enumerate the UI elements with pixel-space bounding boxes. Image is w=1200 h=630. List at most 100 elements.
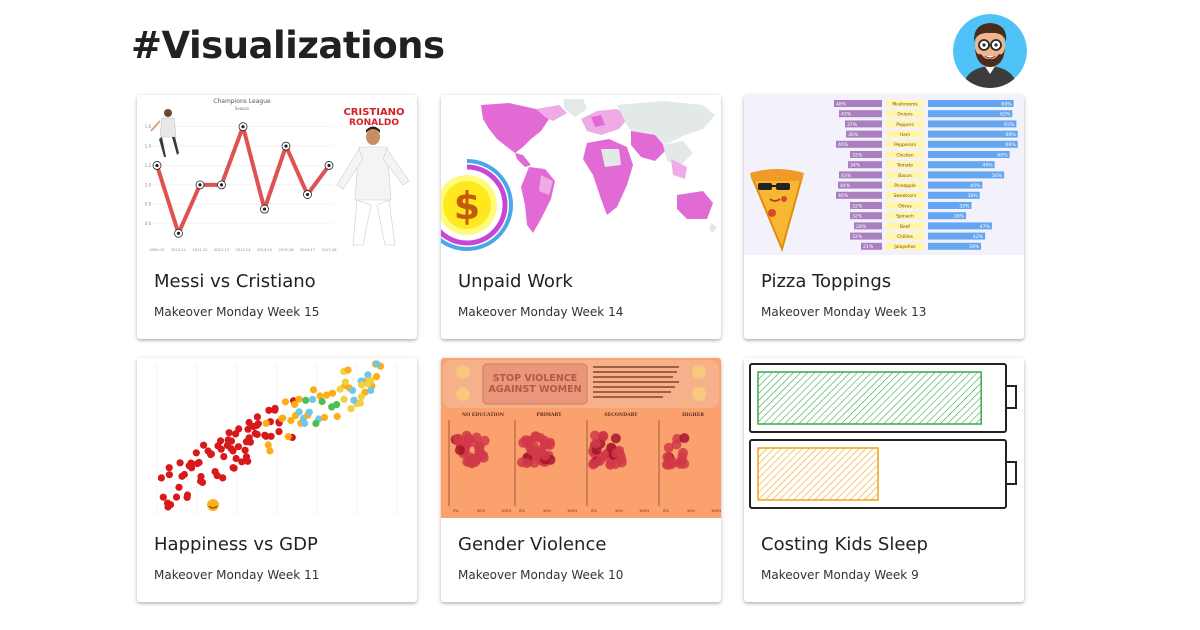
topping-label: Beef — [900, 224, 910, 230]
scatter-point — [262, 419, 270, 427]
card-subtitle: Makeover Monday Week 9 — [761, 568, 919, 582]
card-messi-vs-cristiano[interactable]: Champions League Season 1.6 1.4 1.2 1.0 0.8 0… — [137, 95, 417, 339]
scatter-point — [357, 393, 365, 401]
scatter-point — [254, 420, 262, 428]
right-bar-label: 47% — [980, 224, 991, 230]
topping-label: Jalapeños — [893, 244, 916, 250]
card-title: Happiness vs GDP — [154, 534, 318, 555]
scatter-plot-thumbnail — [137, 358, 417, 518]
scatter-point — [347, 405, 355, 413]
right-bar-label: 66% — [1006, 142, 1017, 148]
beeswarm-thumbnail: STOP VIOLENCE AGAINST WOMEN NO EDUCATION… — [441, 358, 721, 518]
scatter-point — [291, 400, 299, 408]
left-bar-label: 32% — [852, 234, 863, 240]
card-title: Messi vs Cristiano — [154, 271, 316, 292]
axis-tick-label: 0% — [591, 509, 597, 513]
axis-tick-label: 0% — [453, 509, 459, 513]
scatter-point — [253, 413, 261, 421]
y-tick-label: 0.6 — [145, 221, 152, 226]
x-tick-label: 2012-13 — [214, 248, 229, 252]
right-bar — [928, 120, 1017, 128]
thumb-chart-title: Champions League — [213, 98, 271, 105]
scatter-point — [165, 471, 173, 479]
card-subtitle: Makeover Monday Week 13 — [761, 305, 927, 319]
smiley-icon — [207, 499, 219, 511]
scatter-point — [309, 386, 318, 394]
left-bar-label: 43% — [841, 173, 852, 179]
scatter-point — [220, 453, 228, 461]
right-bar-label: 56% — [992, 173, 1003, 179]
axis-tick-label: 100% — [501, 509, 512, 513]
y-tick-label: 1.6 — [145, 124, 152, 129]
scatter-point — [159, 493, 167, 501]
card-unpaid-work[interactable]: $ Unpaid Work Makeover Monday Week 14 — [441, 95, 721, 339]
scatter-point — [229, 464, 237, 472]
scatter-point — [175, 483, 183, 491]
beeswarm-dot — [461, 430, 472, 441]
topping-label: Pineapple — [894, 183, 916, 189]
thumb-x-ticks: 2009-10 2010-11 2011-12 2012-13 2013-14 2014-… — [149, 248, 337, 252]
x-tick-label: 2009-10 — [149, 248, 165, 252]
right-bar-label: 42% — [973, 234, 984, 240]
visualization-grid: Champions League Season 1.6 1.4 1.2 1.0 0.8 0… — [137, 95, 1025, 605]
battery-icon-full — [749, 363, 1017, 433]
group-label: SECONDARY — [604, 412, 638, 418]
battery-thumbnail — [744, 358, 1024, 518]
left-bar-label: 32% — [852, 214, 863, 220]
scatter-point — [333, 412, 341, 421]
beeswarm-dot — [535, 433, 546, 443]
scatter-point — [373, 360, 381, 368]
group-label: NO EDUCATION — [462, 412, 505, 418]
scatter-point — [348, 386, 357, 394]
card-title: Pizza Toppings — [761, 271, 892, 292]
scatter-point — [234, 443, 242, 451]
dollar-symbol: $ — [454, 184, 480, 228]
scatter-point — [245, 418, 253, 427]
scatter-point — [192, 449, 200, 457]
left-bar-label: 34% — [850, 163, 861, 169]
page-title: #Visualizations — [131, 24, 445, 67]
axis-tick-label: 0% — [663, 509, 669, 513]
beeswarm-dot — [517, 457, 528, 468]
ball-marker — [303, 190, 312, 199]
right-bar-label: 49% — [982, 163, 993, 169]
axis-tick-label: 100% — [567, 509, 578, 513]
card-title: Gender Violence — [458, 534, 607, 555]
card-costing-kids-sleep[interactable]: Costing Kids Sleep Makeover Monday Week … — [744, 358, 1024, 602]
scatter-point — [341, 378, 349, 386]
topping-label: Sweetcorn — [893, 193, 916, 199]
right-bar-label: 38% — [967, 193, 978, 199]
axis-tick-label: 100% — [639, 509, 650, 513]
card-gender-violence[interactable]: STOP VIOLENCE AGAINST WOMEN NO EDUCATION… — [441, 358, 721, 602]
scatter-point — [172, 493, 181, 501]
y-tick-label: 1.0 — [145, 182, 152, 187]
scatter-point — [312, 419, 320, 427]
x-tick-label: 2015-16 — [278, 248, 294, 252]
scatter-point — [214, 442, 222, 450]
scatter-point — [356, 399, 364, 407]
scatter-point — [195, 458, 203, 467]
scatter-point — [302, 396, 310, 404]
scatter-point — [200, 441, 208, 449]
y-tick-label: 1.2 — [145, 163, 152, 168]
beeswarm-dot — [679, 458, 690, 469]
card-pizza-toppings[interactable]: 48% Mushrooms 63% 43% Onions 62% 37% Peppers 65%… — [744, 95, 1024, 339]
left-bar-label: 32% — [852, 152, 863, 158]
group-label: HIGHER — [682, 412, 704, 418]
scatter-point — [265, 406, 273, 414]
profile-avatar[interactable] — [953, 14, 1027, 88]
card-happiness-vs-gdp[interactable]: Happiness vs GDP Makeover Monday Week 11 — [137, 358, 417, 602]
card-subtitle: Makeover Monday Week 14 — [458, 305, 624, 319]
scatter-point — [340, 395, 348, 403]
ball-marker — [238, 122, 248, 132]
scatter-point — [367, 376, 375, 385]
bearded-man-avatar-icon — [953, 14, 1027, 88]
scatter-point — [344, 366, 352, 374]
topping-label: Spinach — [896, 214, 914, 220]
player-name-line2: RONALDO — [349, 118, 399, 128]
topping-label: Onions — [897, 112, 913, 118]
y-tick-label: 0.8 — [145, 202, 152, 207]
scatter-point — [207, 451, 215, 459]
scatter-point — [176, 459, 184, 467]
right-bar-label: 65% — [1004, 122, 1015, 128]
